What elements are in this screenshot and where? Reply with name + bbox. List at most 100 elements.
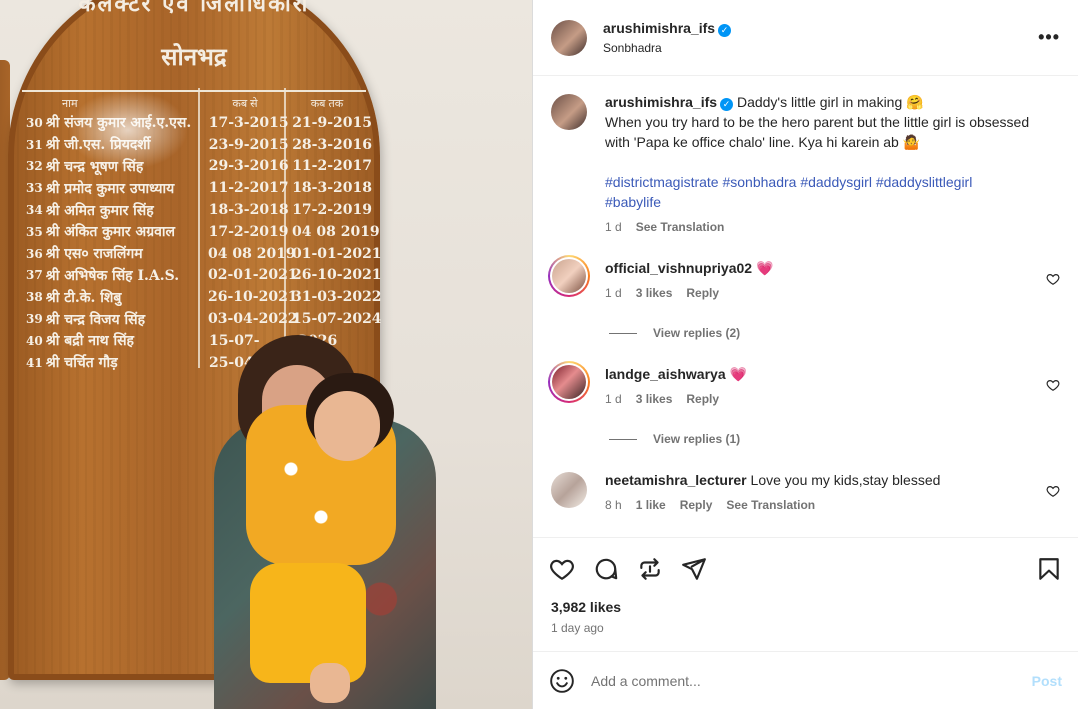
hashtag-link[interactable]: #daddysgirl bbox=[800, 174, 872, 190]
like-comment-heart-icon[interactable] bbox=[1046, 378, 1060, 392]
caption-meta: 1 d See Translation bbox=[605, 220, 1030, 234]
like-comment-heart-icon[interactable] bbox=[1046, 484, 1060, 498]
verified-badge-icon: ✓ bbox=[720, 98, 734, 111]
board-row-from: 26-10-2021 bbox=[208, 289, 298, 306]
board-row-number: 30 bbox=[26, 115, 43, 130]
reply-button[interactable]: Reply bbox=[686, 392, 719, 406]
share-paper-plane-icon[interactable] bbox=[681, 556, 707, 582]
comment-meta: 1 d 3 likes Reply bbox=[605, 286, 1030, 300]
see-translation-link[interactable]: See Translation bbox=[726, 498, 815, 512]
commenter-avatar[interactable] bbox=[551, 472, 587, 508]
board-row: 34 श्री अमित कुमार सिंह 18-3-2018 17-2-2019 bbox=[26, 199, 372, 221]
story-ring[interactable] bbox=[548, 255, 590, 297]
commenter-avatar bbox=[552, 259, 586, 293]
comment-likes[interactable]: 3 likes bbox=[636, 286, 673, 300]
board-row-to: 18-3-2018 bbox=[292, 180, 372, 197]
replies-line bbox=[609, 332, 637, 334]
board-row-number: 39 bbox=[26, 312, 43, 327]
board-row: 38 श्री टी.के. शिबु 26-10-2021 31-03-2022 bbox=[26, 286, 382, 308]
board-top-text: कलेक्टर एवं जिलाधिकारी bbox=[78, 0, 310, 17]
board-row-name: श्री अंकित कुमार अग्रवाल bbox=[45, 224, 176, 241]
likes-count[interactable]: 3,982 likes bbox=[533, 599, 1078, 615]
like-heart-icon[interactable] bbox=[549, 556, 575, 582]
caption-body: arushimishra_ifs ✓ Daddy's little girl in… bbox=[605, 92, 1060, 234]
author-avatar[interactable] bbox=[551, 94, 587, 130]
repost-icon[interactable] bbox=[637, 556, 663, 582]
emoji-smiley-icon[interactable] bbox=[549, 668, 575, 694]
header-names: arushimishra_ifs ✓ Sonbhadra bbox=[603, 20, 1038, 55]
post-date[interactable]: 1 day ago bbox=[533, 615, 1078, 635]
comment-likes[interactable]: 1 like bbox=[636, 498, 666, 512]
like-comment-heart-icon[interactable] bbox=[1046, 272, 1060, 286]
comment-body: landge_aishwarya 💗 1 d 3 likes Reply bbox=[605, 364, 1060, 406]
comment-meta: 1 d 3 likes Reply bbox=[605, 392, 1030, 406]
board-row-from: 18-3-2018 bbox=[208, 202, 289, 219]
comment-text-block: landge_aishwarya 💗 bbox=[605, 364, 1030, 384]
caption-time[interactable]: 1 d bbox=[605, 220, 622, 234]
board-row-name: श्री बद्री नाथ सिंह bbox=[45, 333, 134, 350]
board-row-number: 38 bbox=[26, 290, 43, 305]
board-row-to: 26-10-2021 bbox=[292, 267, 382, 284]
board-row-to: 15-07-2024 bbox=[292, 311, 382, 328]
see-translation-link[interactable]: See Translation bbox=[636, 220, 725, 234]
hashtag-link[interactable]: #sonbhadra bbox=[722, 174, 796, 190]
board-col-from: कब से bbox=[232, 98, 258, 110]
comment-likes[interactable]: 3 likes bbox=[636, 392, 673, 406]
replies-line bbox=[609, 438, 637, 440]
board-row-to: 17-2-2019 bbox=[292, 202, 372, 219]
commenter-avatar bbox=[552, 365, 586, 399]
verified-badge-icon: ✓ bbox=[718, 24, 732, 37]
view-replies-button[interactable]: View replies (2) bbox=[609, 326, 1060, 340]
view-replies-button[interactable]: View replies (1) bbox=[609, 432, 1060, 446]
comment-body: official_vishnupriya02 💗 1 d 3 likes Rep… bbox=[605, 258, 1060, 300]
board-row-from: 03-04-2022 bbox=[208, 311, 298, 328]
board-row-number: 35 bbox=[26, 224, 43, 239]
comment: landge_aishwarya 💗 1 d 3 likes Reply bbox=[548, 361, 1060, 406]
reply-button[interactable]: Reply bbox=[680, 498, 713, 512]
post-comment-button[interactable]: Post bbox=[1032, 673, 1062, 689]
author-avatar[interactable] bbox=[551, 19, 587, 56]
board-row-number: 31 bbox=[26, 137, 43, 152]
board-row: 33 श्री प्रमोद कुमार उपाध्याय 11-2-2017 18-… bbox=[26, 177, 372, 199]
hashtag-link[interactable]: #daddyslittlegirl bbox=[876, 174, 973, 190]
comment-bubble-icon[interactable] bbox=[593, 556, 619, 582]
board-row-from: 11-2-2017 bbox=[208, 180, 289, 197]
comment-time[interactable]: 8 h bbox=[605, 498, 622, 512]
board-row-name: श्री चन्द्र विजय सिंह bbox=[45, 311, 146, 328]
comments-section[interactable]: arushimishra_ifs ✓ Daddy's little girl in… bbox=[533, 76, 1078, 537]
instagram-post-modal: कलेक्टर एवं जिलाधिकारी सोनभद्र नाम कब से… bbox=[0, 0, 1078, 709]
board-row-from: 04 08 2019 bbox=[208, 245, 296, 262]
view-replies-label: View replies (2) bbox=[653, 326, 741, 340]
comment-time[interactable]: 1 d bbox=[605, 286, 622, 300]
board-col-to: कब तक bbox=[310, 98, 344, 110]
story-ring[interactable] bbox=[548, 361, 590, 403]
board-row-from: 23-9-2015 bbox=[208, 136, 289, 153]
author-username[interactable]: arushimishra_ifs bbox=[603, 20, 715, 36]
hashtag-link[interactable]: #districtmagistrate bbox=[605, 174, 719, 190]
caption-username[interactable]: arushimishra_ifs bbox=[605, 94, 717, 110]
board-row: 36 श्री एस० राजलिंगम 04 08 2019 01-01-2021 bbox=[26, 243, 382, 265]
commenter-username[interactable]: official_vishnupriya02 bbox=[605, 260, 752, 276]
board-row: 37 श्री अभिषेक सिंह I.A.S. 02-01-2021 26-10… bbox=[26, 265, 382, 287]
reply-button[interactable]: Reply bbox=[686, 286, 719, 300]
more-options-icon[interactable]: ••• bbox=[1038, 27, 1060, 48]
post-actions bbox=[533, 537, 1078, 599]
board-row-number: 32 bbox=[26, 159, 43, 174]
post-location[interactable]: Sonbhadra bbox=[603, 41, 1038, 55]
hashtag-link[interactable]: #babylife bbox=[605, 194, 661, 210]
board-row-number: 40 bbox=[26, 333, 43, 348]
comment-time[interactable]: 1 d bbox=[605, 392, 622, 406]
post-photo: कलेक्टर एवं जिलाधिकारी सोनभद्र नाम कब से… bbox=[0, 0, 532, 709]
commenter-username[interactable]: neetamishra_lecturer bbox=[605, 472, 747, 488]
board-title: सोनभद्र bbox=[161, 42, 227, 71]
commenter-username[interactable]: landge_aishwarya bbox=[605, 366, 726, 382]
comment-input[interactable] bbox=[591, 672, 1032, 689]
caption-text-block: arushimishra_ifs ✓ Daddy's little girl in… bbox=[605, 92, 1030, 152]
board-row-number: 36 bbox=[26, 246, 43, 261]
save-bookmark-icon[interactable] bbox=[1036, 556, 1062, 582]
comment: neetamishra_lecturer Love you my kids,st… bbox=[551, 470, 1060, 512]
mother-and-child bbox=[214, 335, 436, 709]
child-pants bbox=[250, 563, 366, 683]
caption-text-2: When you try hard to be the hero parent … bbox=[605, 114, 1030, 150]
board-row: 39 श्री चन्द्र विजय सिंह 03-04-2022 15-07-2… bbox=[26, 308, 382, 330]
